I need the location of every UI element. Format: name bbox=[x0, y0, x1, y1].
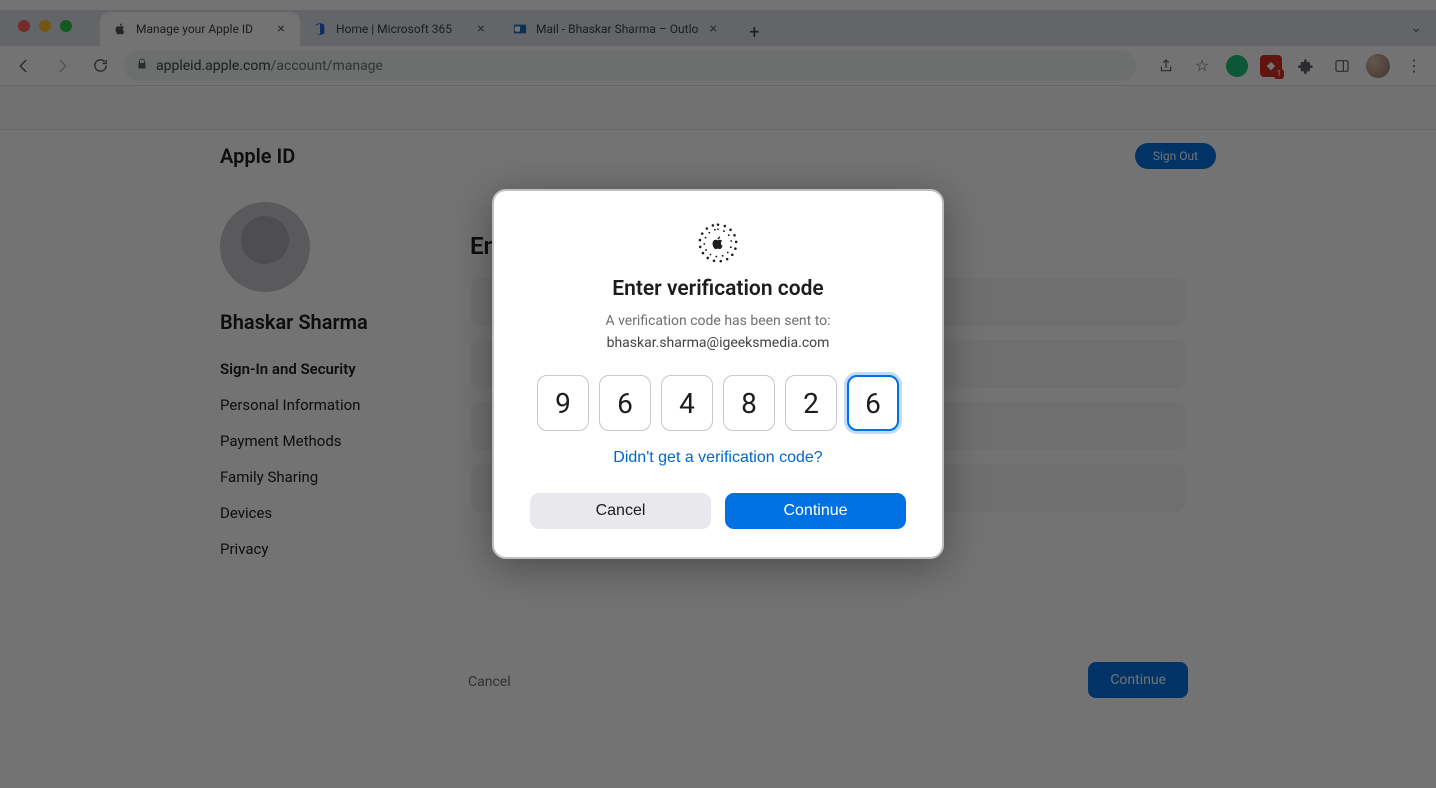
modal-email: bhaskar.sharma@igeeksmedia.com bbox=[607, 335, 830, 351]
continue-button[interactable]: Continue bbox=[725, 493, 906, 529]
code-digit-5[interactable]: 2 bbox=[785, 375, 837, 431]
verification-modal: Enter verification code A verification c… bbox=[492, 189, 944, 559]
cancel-button[interactable]: Cancel bbox=[530, 493, 711, 529]
code-digit-4[interactable]: 8 bbox=[723, 375, 775, 431]
code-digit-6[interactable]: 6 bbox=[847, 375, 899, 431]
modal-overlay: Enter verification code A verification c… bbox=[0, 0, 1436, 788]
resend-code-link[interactable]: Didn't get a verification code? bbox=[613, 449, 822, 467]
code-input-row: 9 6 4 8 2 6 bbox=[537, 375, 899, 431]
code-digit-3[interactable]: 4 bbox=[661, 375, 713, 431]
code-digit-1[interactable]: 9 bbox=[537, 375, 589, 431]
two-factor-icon bbox=[696, 221, 740, 265]
modal-subtitle: A verification code has been sent to: bbox=[605, 313, 830, 329]
modal-title: Enter verification code bbox=[612, 277, 823, 301]
code-digit-2[interactable]: 6 bbox=[599, 375, 651, 431]
